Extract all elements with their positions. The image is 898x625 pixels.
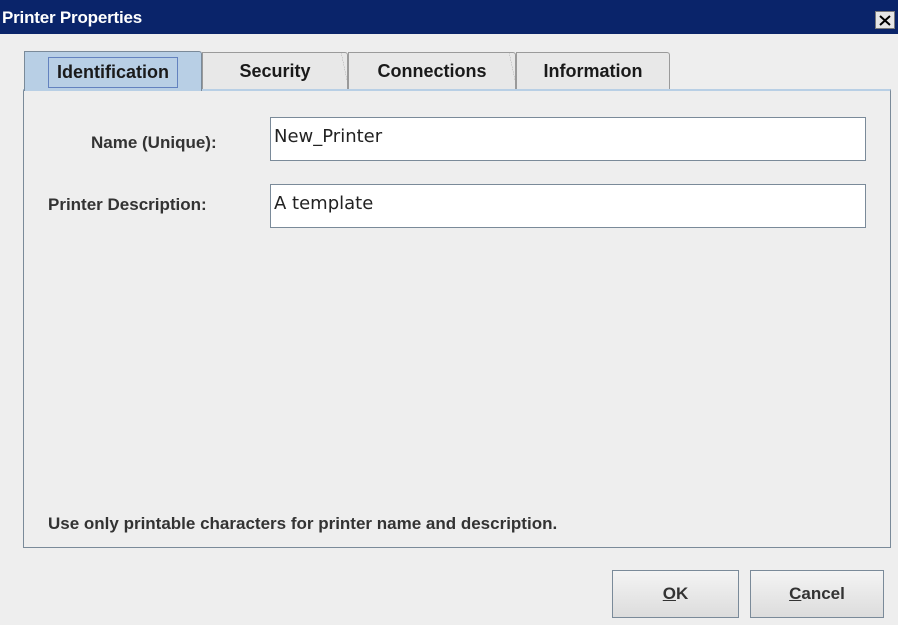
printer-properties-dialog: Printer Properties Identification Securi… [0,0,898,625]
cancel-label-rest: ancel [801,584,845,603]
ok-label-rest: K [675,584,689,603]
ok-mnemonic: O [662,584,676,603]
description-label: Printer Description: [48,195,207,214]
tab-security-label: Security [239,61,311,81]
name-field[interactable]: New_Printer [270,117,866,161]
window-title: Printer Properties [2,8,143,27]
name-label: Name (Unique): [91,133,217,152]
cancel-mnemonic: C [789,584,802,603]
tab-identification[interactable]: Identification [24,51,202,91]
tab-information-label: Information [543,61,643,81]
tab-connections-label: Connections [377,61,487,81]
tab-security[interactable]: Security [195,52,348,90]
cancel-button[interactable]: Cancel [750,570,884,618]
close-button[interactable] [875,11,895,29]
tab-connections[interactable]: Connections [341,52,516,90]
tab-information[interactable]: Information [509,52,670,90]
identification-panel: Name (Unique): New_Printer Printer Descr… [23,89,891,548]
title-bar[interactable]: Printer Properties [0,0,898,34]
close-icon [879,14,891,26]
hint-text: Use only printable characters for printe… [48,514,558,533]
tab-strip: Identification Security Connections Info… [24,51,670,91]
tab-identification-label: Identification [48,57,178,88]
ok-button[interactable]: OK [612,570,739,618]
description-field[interactable]: A template [270,184,866,228]
